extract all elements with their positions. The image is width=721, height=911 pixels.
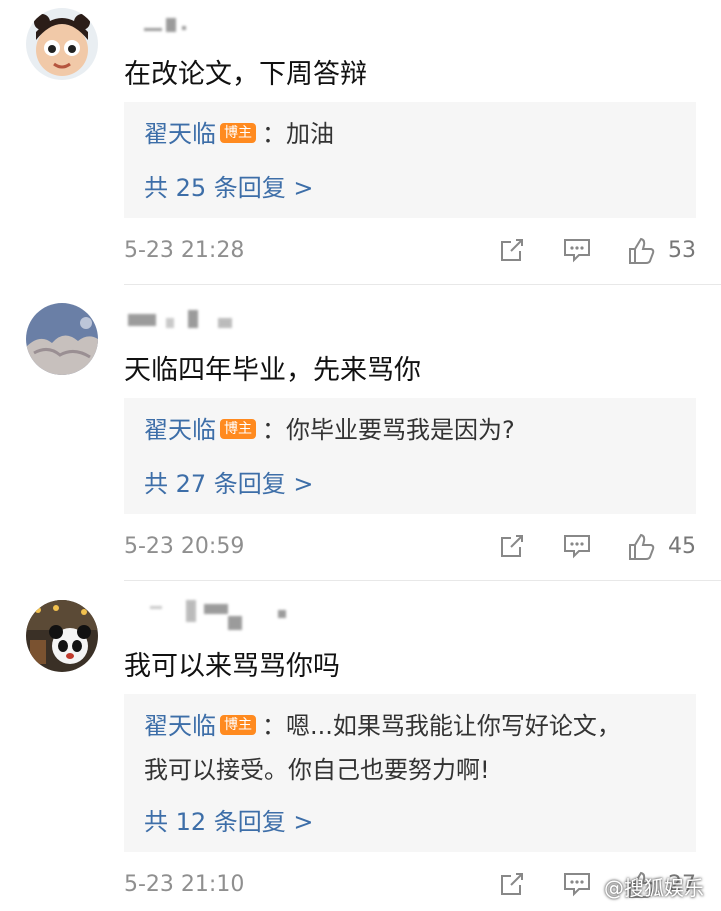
reply-count-link[interactable]: 共 12 条回复 >	[144, 802, 314, 837]
reply-count-link[interactable]: 共 27 条回复 >	[144, 464, 314, 499]
avatar-image	[26, 600, 98, 672]
watermark: @搜狐娱乐	[604, 876, 704, 900]
comment-meta: 5-23 21:28 53	[0, 232, 721, 272]
reply-author[interactable]: 翟天临	[144, 120, 216, 148]
like-count: 53	[668, 238, 696, 263]
username-blurred[interactable]	[124, 14, 264, 36]
avatar-image	[26, 8, 98, 80]
divider	[124, 284, 721, 285]
divider	[124, 580, 721, 581]
reply-line: 翟天临 博主 ：嗯...如果骂我能让你写好论文，	[144, 706, 680, 746]
avatar-image	[26, 303, 98, 375]
blogger-badge: 博主	[220, 419, 256, 439]
avatar[interactable]	[26, 600, 98, 672]
avatar[interactable]	[26, 303, 98, 375]
comment-text: 天临四年毕业，先来骂你	[124, 355, 421, 386]
comment-icon[interactable]	[562, 870, 592, 900]
like-icon[interactable]	[626, 236, 656, 266]
like-count: 45	[668, 534, 696, 559]
reply-count-link[interactable]: 共 25 条回复 >	[144, 168, 314, 203]
reply-line: 翟天临 博主 ：你毕业要骂我是因为?	[144, 410, 680, 450]
comment-icon[interactable]	[562, 236, 592, 266]
blogger-badge: 博主	[220, 715, 256, 735]
timestamp: 5-23 21:28	[124, 238, 245, 263]
reply-text: ：加油	[262, 120, 334, 148]
reply-box[interactable]: 翟天临 博主 ：嗯...如果骂我能让你写好论文， 我可以接受。你自己也要努力啊! 共…	[124, 694, 696, 852]
reply-line-continuation: 我可以接受。你自己也要努力啊!	[144, 750, 680, 790]
comment-meta: 5-23 20:59 45	[0, 528, 721, 568]
share-icon[interactable]	[498, 870, 528, 900]
share-icon[interactable]	[498, 532, 528, 562]
reply-author[interactable]: 翟天临	[144, 416, 216, 444]
username-blurred[interactable]	[124, 600, 286, 630]
reply-box[interactable]: 翟天临 博主 ：你毕业要骂我是因为? 共 27 条回复 >	[124, 398, 696, 514]
reply-line: 翟天临 博主 ：加油	[144, 114, 680, 154]
avatar[interactable]	[26, 8, 98, 80]
comment-text: 我可以来骂骂你吗	[124, 651, 340, 682]
reply-box[interactable]: 翟天临 博主 ：加油 共 25 条回复 >	[124, 102, 696, 218]
username-blurred[interactable]	[124, 308, 264, 330]
reply-text: ：嗯...如果骂我能让你写好论文，	[262, 712, 621, 740]
reply-text: ：你毕业要骂我是因为?	[262, 416, 515, 444]
timestamp: 5-23 20:59	[124, 534, 245, 559]
share-icon[interactable]	[498, 236, 528, 266]
comment-text: 在改论文，下周答辩	[124, 59, 367, 90]
reply-text: 我可以接受。你自己也要努力啊!	[144, 756, 490, 784]
comment-icon[interactable]	[562, 532, 592, 562]
blogger-badge: 博主	[220, 123, 256, 143]
timestamp: 5-23 21:10	[124, 872, 245, 897]
like-icon[interactable]	[626, 532, 656, 562]
reply-author[interactable]: 翟天临	[144, 712, 216, 740]
